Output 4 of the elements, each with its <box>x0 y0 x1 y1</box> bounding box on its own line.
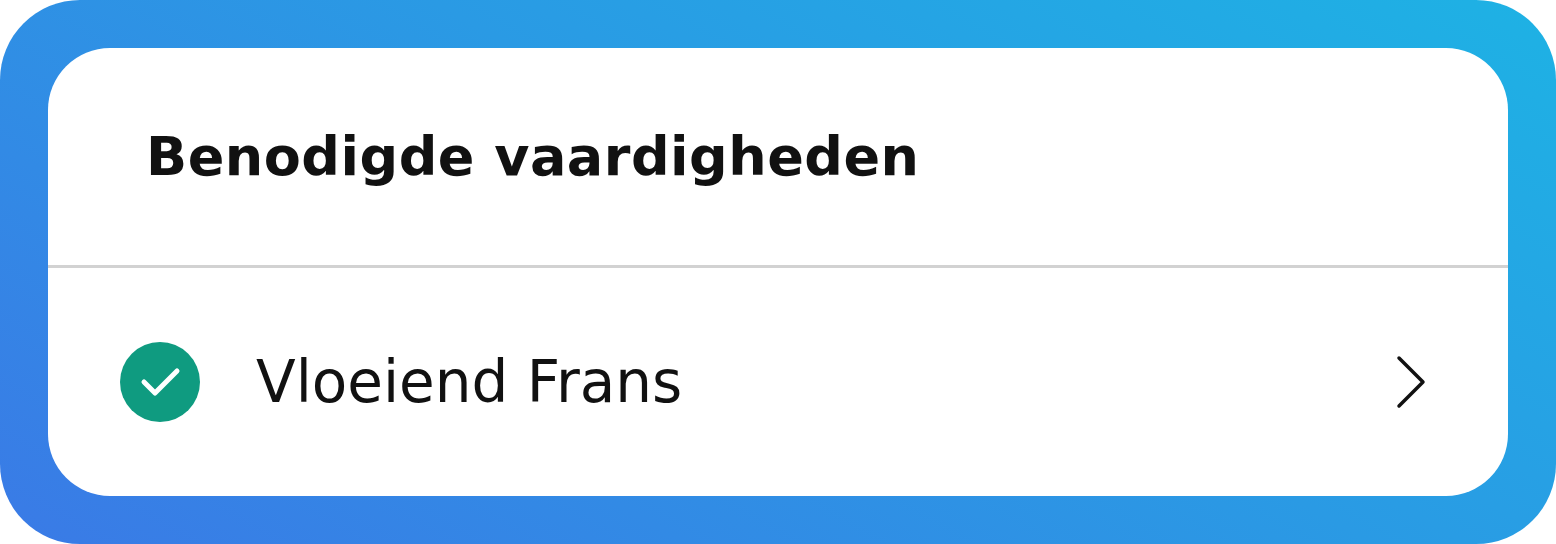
skill-label: Vloeiend Frans <box>256 348 684 416</box>
skill-row[interactable]: Vloeiend Frans <box>48 268 1508 496</box>
chevron-right-icon <box>1396 355 1426 409</box>
card-title: Benodigde vaardigheden <box>146 125 920 188</box>
